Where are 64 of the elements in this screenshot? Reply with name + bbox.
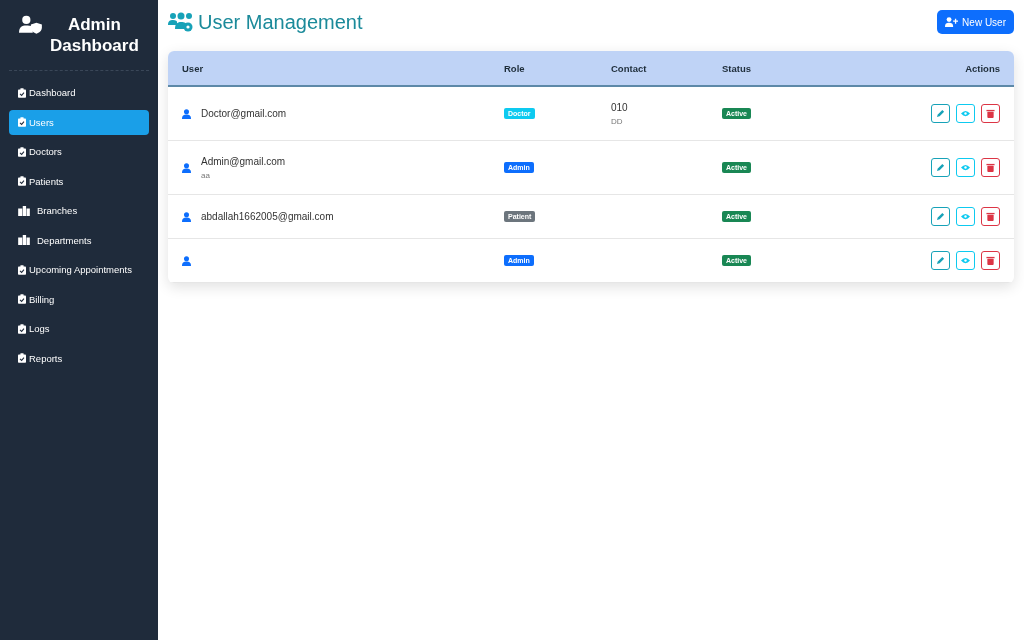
- pencil-icon: [936, 256, 945, 265]
- sidebar-item[interactable]: Doctors: [9, 139, 149, 165]
- pencil-icon: [936, 212, 945, 221]
- sidebar-item[interactable]: Upcoming Appointments: [9, 257, 149, 283]
- trash-icon: [986, 163, 995, 172]
- clipboard-check-icon: [18, 264, 26, 275]
- user-email: Admin@gmail.com: [201, 155, 286, 167]
- column-header: Status: [722, 62, 753, 74]
- user-name: aa: [201, 170, 210, 180]
- user-icon: [182, 108, 191, 119]
- clipboard-check-icon: [18, 353, 26, 364]
- edit-button[interactable]: [931, 158, 950, 177]
- eye-icon: [961, 256, 970, 265]
- edit-button[interactable]: [931, 104, 950, 123]
- sidebar-item[interactable]: Departments: [9, 227, 149, 253]
- sidebar-item[interactable]: Billing: [9, 286, 149, 312]
- contact-phone: 010: [611, 101, 628, 113]
- sidebar-item[interactable]: Dashboard: [9, 80, 149, 106]
- delete-button[interactable]: [981, 207, 1000, 226]
- column-header: User: [181, 62, 205, 74]
- view-button[interactable]: [956, 251, 975, 270]
- buildings-icon: [18, 205, 30, 216]
- clipboard-check-icon: [18, 117, 26, 128]
- users-gear-icon: [168, 12, 194, 32]
- delete-button[interactable]: [981, 104, 1000, 123]
- user-email: abdallah1662005@gmail.com: [201, 211, 334, 222]
- view-button[interactable]: [956, 104, 975, 123]
- edit-button[interactable]: [931, 251, 950, 270]
- column-header: Contact: [611, 62, 648, 74]
- column-header: Role: [504, 62, 526, 74]
- sidebar-item[interactable]: Branches: [9, 198, 149, 224]
- contact-address: DD: [611, 116, 623, 126]
- sidebar-item[interactable]: Patients: [9, 168, 149, 194]
- clipboard-check-icon: [18, 146, 26, 157]
- buildings-icon: [18, 235, 30, 246]
- eye-icon: [961, 163, 970, 172]
- user-icon: [182, 255, 191, 266]
- eye-icon: [961, 212, 970, 221]
- clipboard-check-icon: [18, 87, 26, 98]
- new-user-button[interactable]: New User: [937, 10, 1014, 34]
- view-button[interactable]: [956, 207, 975, 226]
- clipboard-check-icon: [18, 294, 26, 305]
- user-shield-icon: [19, 15, 43, 34]
- trash-icon: [986, 212, 995, 221]
- clipboard-check-icon: [18, 176, 26, 187]
- sidebar-item[interactable]: Reports: [9, 345, 149, 371]
- trash-icon: [986, 256, 995, 265]
- user-icon: [182, 211, 191, 222]
- delete-button[interactable]: [981, 251, 1000, 270]
- page-title: User Management: [198, 10, 364, 34]
- edit-button[interactable]: [931, 207, 950, 226]
- view-button[interactable]: [956, 158, 975, 177]
- sidebar-item[interactable]: Logs: [9, 316, 149, 342]
- sidebar-title: Admin Dashboard: [49, 14, 139, 56]
- column-header: Actions: [964, 62, 1001, 74]
- user-email: Doctor@gmail.com: [201, 108, 287, 119]
- pencil-icon: [936, 109, 945, 118]
- pencil-icon: [936, 163, 945, 172]
- user-plus-icon: [945, 17, 959, 27]
- trash-icon: [986, 109, 995, 118]
- eye-icon: [961, 109, 970, 118]
- clipboard-check-icon: [18, 323, 26, 334]
- user-icon: [182, 162, 191, 173]
- delete-button[interactable]: [981, 158, 1000, 177]
